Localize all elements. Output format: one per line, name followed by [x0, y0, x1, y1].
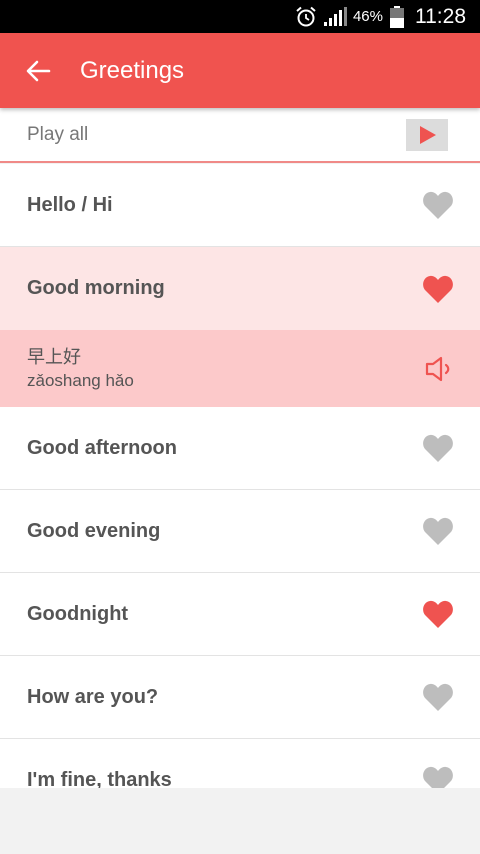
status-bar: 46% 11:28 — [0, 0, 480, 33]
page-title: Greetings — [80, 56, 185, 84]
phrase-text: How are you? — [27, 685, 159, 708]
back-button[interactable] — [14, 47, 62, 95]
clock: 11:28 — [415, 4, 466, 28]
app-bar: Greetings — [0, 33, 480, 108]
play-all-label: Play all — [27, 123, 89, 145]
list-item-selected[interactable]: Good morning — [0, 247, 480, 330]
heart-icon[interactable] — [422, 433, 454, 463]
list-item[interactable]: I'm fine, thanks — [0, 739, 480, 788]
heart-icon[interactable] — [422, 682, 454, 712]
phrase-text: Good afternoon — [27, 436, 177, 459]
heart-icon[interactable] — [422, 599, 454, 629]
list-item[interactable]: Hello / Hi — [0, 164, 480, 247]
bottom-area — [0, 788, 480, 854]
list-item[interactable]: Goodnight — [0, 573, 480, 656]
alarm-icon — [296, 6, 316, 26]
arrow-left-icon — [26, 60, 51, 81]
translation-texts: 早上好 zǎoshang hǎo — [27, 345, 134, 393]
phrase-list: Hello / Hi Good morning 早上好 zǎoshang hǎo… — [0, 164, 480, 788]
translation-row: 早上好 zǎoshang hǎo — [0, 330, 480, 407]
phrase-text: Good morning — [27, 277, 165, 299]
heart-icon[interactable] — [422, 516, 454, 546]
play-all-button[interactable] — [406, 118, 448, 151]
battery-percent: 46% — [352, 8, 383, 25]
heart-icon[interactable] — [422, 765, 454, 788]
phrase-text: Good evening — [27, 519, 161, 542]
signal-icon — [323, 6, 347, 26]
heart-icon[interactable] — [422, 274, 454, 304]
phrase-text: Goodnight — [27, 602, 129, 625]
phrase-text: I'm fine, thanks — [27, 768, 172, 789]
list-item[interactable]: Good evening — [0, 490, 480, 573]
play-icon — [420, 125, 436, 144]
heart-icon[interactable] — [422, 190, 454, 220]
list-item[interactable]: Good afternoon — [0, 407, 480, 490]
play-all-bar: Play all — [0, 108, 480, 163]
list-item[interactable]: How are you? — [0, 656, 480, 739]
translation-pinyin: zǎoshang hǎo — [27, 370, 134, 390]
battery-icon — [390, 5, 404, 28]
translation-hanzi: 早上好 — [27, 346, 81, 367]
speaker-icon[interactable] — [424, 354, 454, 384]
phrase-text: Hello / Hi — [27, 193, 113, 216]
